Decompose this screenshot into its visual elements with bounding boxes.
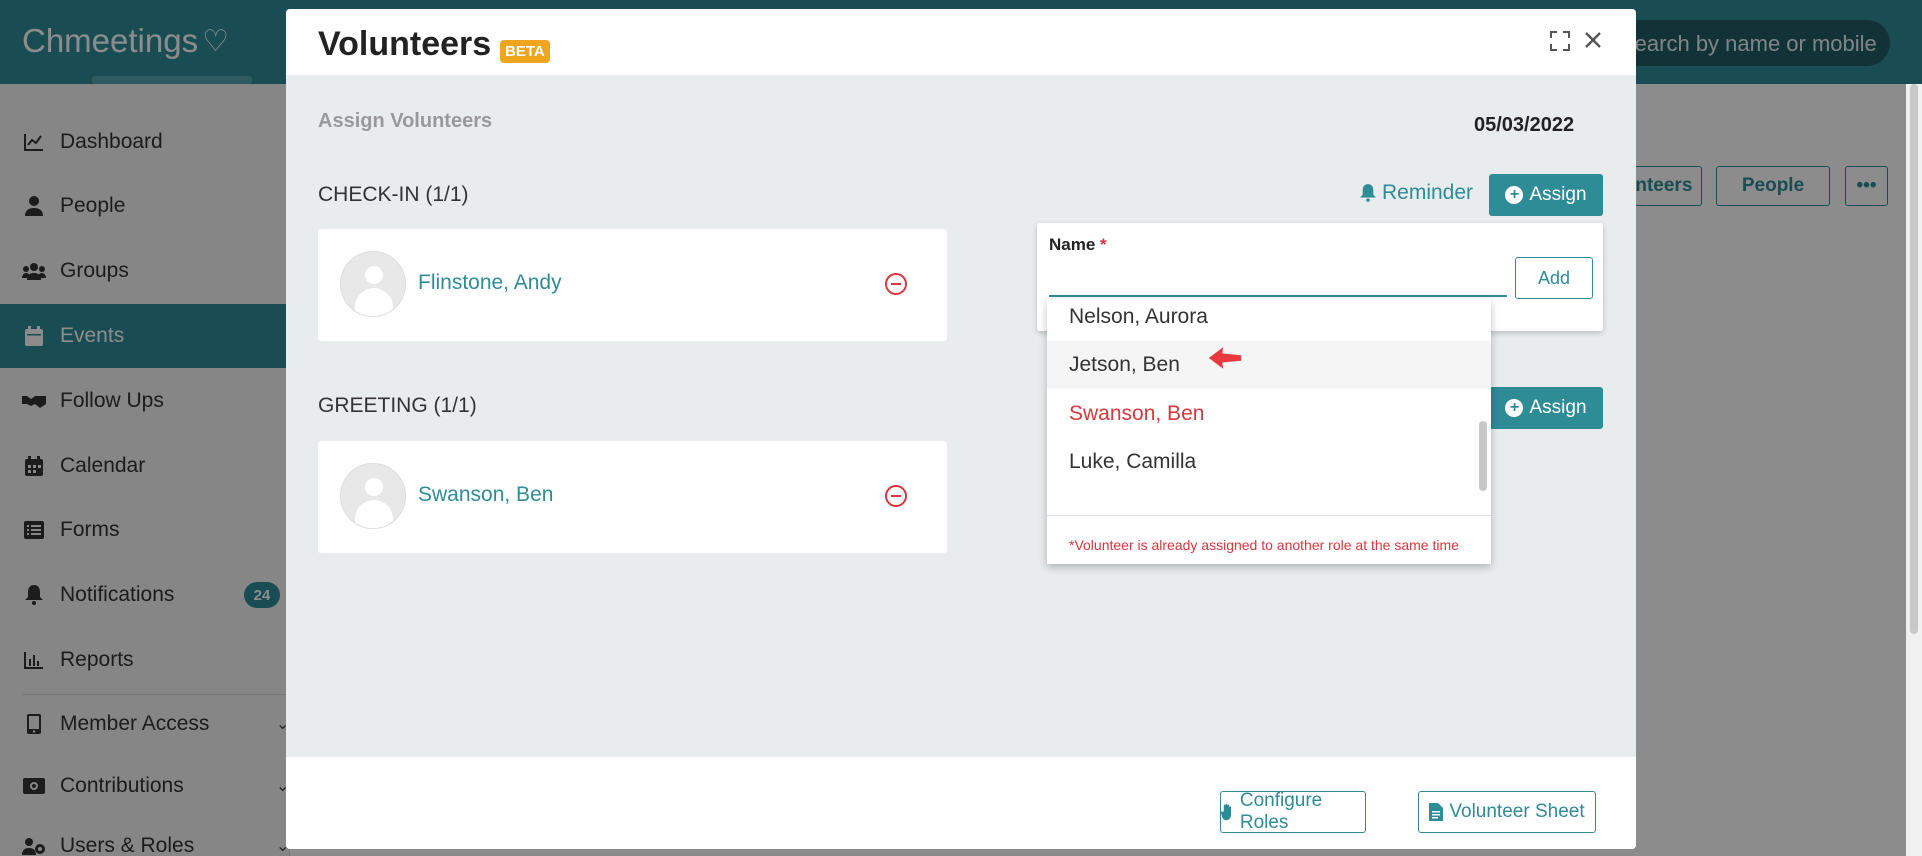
hand-icon [1221, 803, 1232, 821]
dropdown-option[interactable]: Nelson, Aurora [1047, 299, 1491, 341]
avatar [340, 251, 406, 317]
volunteer-name-link[interactable]: Flinstone, Andy [418, 271, 562, 295]
remove-circle-icon[interactable] [885, 485, 907, 507]
beta-badge: BETA [500, 40, 550, 63]
red-pointer-arrow-icon [1208, 347, 1242, 369]
name-label-text: Name [1049, 235, 1096, 254]
volunteer-card: Flinstone, Andy [318, 229, 947, 341]
name-search-input[interactable] [1049, 259, 1507, 297]
dropdown-divider [1047, 515, 1491, 516]
volunteer-sheet-label: Volunteer Sheet [1449, 801, 1585, 822]
add-button-label: Add [1537, 267, 1571, 288]
avatar [340, 463, 406, 529]
bell-icon [1360, 184, 1376, 202]
assign-button-check-in[interactable]: + Assign [1489, 174, 1603, 216]
assign-label: Assign [1529, 184, 1587, 205]
reminder-button[interactable]: Reminder [1360, 181, 1473, 205]
role-title-check-in: CHECK-IN (1/1) [318, 183, 469, 206]
assign-button-greeting[interactable]: + Assign [1489, 387, 1603, 429]
reminder-label: Reminder [1382, 181, 1474, 204]
dropdown-option-conflict[interactable]: Swanson, Ben [1047, 390, 1491, 438]
name-field-label: Name * [1049, 235, 1107, 255]
volunteer-name-link[interactable]: Swanson, Ben [418, 483, 553, 507]
event-date: 05/03/2022 [1474, 114, 1575, 136]
volunteer-card: Swanson, Ben [318, 441, 947, 553]
add-button[interactable]: Add [1515, 257, 1593, 299]
plus-circle-icon: + [1505, 399, 1524, 417]
page-scrollbar[interactable] [1906, 84, 1922, 856]
modal-header: Volunteers BETA [286, 9, 1636, 75]
plus-circle-icon: + [1505, 186, 1524, 204]
volunteer-sheet-button[interactable]: Volunteer Sheet [1418, 791, 1596, 833]
dropdown-option-highlighted[interactable]: Jetson, Ben [1047, 341, 1491, 389]
configure-roles-button[interactable]: Configure Roles [1220, 790, 1366, 833]
modal-title: Volunteers [318, 25, 492, 63]
dropdown-option[interactable]: Luke, Camilla [1047, 438, 1491, 486]
remove-circle-icon[interactable] [885, 273, 907, 295]
page-scrollbar-thumb[interactable] [1910, 84, 1918, 634]
conflict-note: *Volunteer is already assigned to anothe… [1069, 537, 1459, 553]
close-icon[interactable] [1584, 29, 1602, 55]
volunteers-modal: Volunteers BETA Assign Volunteers 05/03/… [286, 9, 1636, 849]
expand-icon[interactable] [1550, 31, 1570, 57]
modal-footer: Configure Roles Volunteer Sheet [286, 757, 1636, 849]
file-icon [1429, 803, 1444, 821]
volunteer-dropdown: Nelson, Aurora Jetson, Ben Swanson, Ben … [1047, 299, 1491, 564]
dropdown-scrollbar-thumb[interactable] [1479, 421, 1487, 491]
required-mark: * [1100, 235, 1107, 254]
assign-label: Assign [1529, 397, 1587, 418]
role-title-greeting: GREETING (1/1) [318, 394, 477, 417]
configure-roles-label: Configure Roles [1239, 790, 1323, 833]
assign-volunteers-subtitle: Assign Volunteers [318, 110, 493, 132]
